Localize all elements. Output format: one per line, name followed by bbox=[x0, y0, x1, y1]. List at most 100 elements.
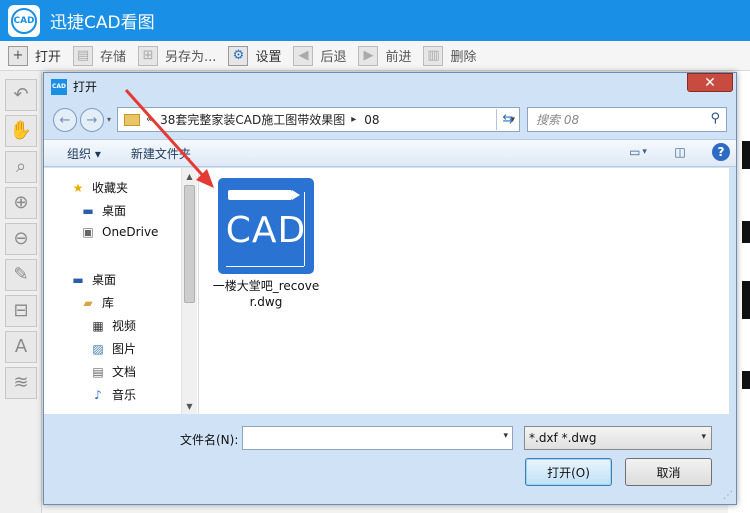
breadcrumb-separator[interactable]: ▸ bbox=[351, 114, 356, 125]
scroll-down-icon[interactable]: ▼ bbox=[182, 398, 197, 414]
nav-pictures[interactable]: ▨ 图片 bbox=[90, 340, 136, 357]
nav-desktop-favorite[interactable]: ▬ 桌面 bbox=[80, 202, 126, 219]
plus-icon: + bbox=[8, 45, 28, 66]
nav-music[interactable]: ♪ 音乐 bbox=[90, 386, 136, 403]
file-item-dwg[interactable]: CAD 一楼大堂吧_recover.dwg bbox=[213, 178, 319, 310]
trash-icon: ▥ bbox=[423, 45, 444, 66]
cad-file-icon: CAD bbox=[218, 178, 314, 274]
filename-input[interactable]: ▾ bbox=[242, 426, 513, 450]
music-icon: ♪ bbox=[94, 387, 102, 402]
cad-icon-text: CAD bbox=[225, 210, 307, 251]
nav-favorites-label: 收藏夹 bbox=[92, 181, 129, 195]
undo-zoom-icon[interactable]: ↶ bbox=[5, 79, 37, 111]
cad-pen-shape bbox=[228, 190, 292, 200]
nav-forward-button[interactable]: → bbox=[80, 108, 104, 132]
app-title: 迅捷CAD看图 bbox=[50, 13, 155, 33]
filetype-dropdown-icon[interactable]: ▾ bbox=[701, 432, 706, 442]
filename-dropdown-icon[interactable]: ▾ bbox=[503, 431, 508, 441]
resize-grip-icon[interactable]: ⋰ bbox=[723, 490, 733, 501]
nav-desktop-favorite-label: 桌面 bbox=[102, 204, 127, 218]
layers-icon[interactable]: ≋ bbox=[5, 367, 37, 399]
view-menu-chevron-icon[interactable]: ▾ bbox=[642, 147, 647, 157]
forward-button[interactable]: ▶ 前进 bbox=[356, 44, 417, 68]
nav-libraries[interactable]: ▰ 库 bbox=[80, 294, 114, 311]
dialog-title: 打开 bbox=[73, 80, 98, 94]
recent-locations-dropdown[interactable]: ▾ bbox=[107, 115, 111, 124]
dialog-app-icon: CAD bbox=[51, 78, 67, 95]
measure-icon[interactable]: ⊟ bbox=[5, 295, 37, 327]
picture-icon: ▨ bbox=[92, 341, 104, 356]
change-view-icon[interactable]: ▭ ▾ bbox=[628, 143, 648, 161]
nav-documents-label: 文档 bbox=[112, 365, 137, 379]
open-file-dialog: CAD 打开 ✕ ← → ▾ « 38套完整家装CAD施工图带效果图 ▸ 08 … bbox=[43, 72, 737, 505]
search-input[interactable] bbox=[536, 112, 696, 127]
back-arrow-icon: ◀ bbox=[293, 45, 314, 66]
nav-pictures-label: 图片 bbox=[112, 342, 137, 356]
back-button-label: 后退 bbox=[320, 50, 347, 65]
folder-icon bbox=[124, 113, 140, 126]
pan-hand-icon[interactable]: ✋ bbox=[5, 115, 37, 147]
dialog-nav-row: ← → ▾ « 38套完整家装CAD施工图带效果图 ▸ 08 ▾ ⇆ ⚲ bbox=[44, 101, 736, 135]
zoom-out-icon[interactable]: ⊖ bbox=[5, 223, 37, 255]
disk-icon: ▤ bbox=[73, 45, 94, 66]
filetype-select[interactable]: *.dxf *.dwg ▾ bbox=[524, 426, 712, 450]
save-as-icon: ⊞ bbox=[138, 45, 159, 66]
open-file-button[interactable]: 打开(O) bbox=[525, 458, 612, 486]
canvas-drawing-mark bbox=[742, 221, 750, 243]
search-box[interactable]: ⚲ bbox=[527, 107, 727, 132]
dialog-close-button[interactable]: ✕ bbox=[687, 73, 733, 92]
address-bar[interactable]: « 38套完整家装CAD施工图带效果图 ▸ 08 ▾ bbox=[117, 107, 520, 132]
view-controls: ▭ ▾ ◫ ? bbox=[606, 143, 730, 161]
cancel-button[interactable]: 取消 bbox=[625, 458, 712, 486]
cad-pen-tip bbox=[292, 190, 300, 200]
delete-button[interactable]: ▥ 删除 bbox=[421, 44, 482, 68]
save-button[interactable]: ▤ 存储 bbox=[71, 44, 132, 68]
left-tool-strip: ↶ ✋ ⌕ ⊕ ⊖ ✎ ⊟ A ≋ bbox=[0, 71, 42, 513]
preview-pane-icon[interactable]: ◫ bbox=[670, 143, 690, 161]
save-as-button-label: 另存为... bbox=[165, 50, 217, 65]
video-icon: ▦ bbox=[92, 318, 104, 333]
nav-music-label: 音乐 bbox=[112, 388, 137, 402]
app-titlebar: CAD 迅捷CAD看图 bbox=[0, 0, 750, 41]
open-button[interactable]: + 打开 bbox=[6, 44, 67, 68]
nav-onedrive[interactable]: ▣ OneDrive bbox=[80, 225, 158, 239]
organize-menu[interactable]: 组织 ▾ bbox=[67, 145, 101, 162]
nav-desktop-label: 桌面 bbox=[92, 273, 117, 287]
zoom-in-icon[interactable]: ⊕ bbox=[5, 187, 37, 219]
scrollbar-thumb[interactable] bbox=[184, 185, 195, 303]
nav-pane-scrollbar[interactable]: ▲ ▼ bbox=[181, 168, 197, 414]
breadcrumb-current-folder[interactable]: 08 bbox=[364, 113, 379, 127]
address-overflow-chevron[interactable]: « bbox=[146, 114, 152, 125]
nav-videos-label: 视频 bbox=[112, 319, 137, 333]
app-logo-text: CAD bbox=[11, 7, 37, 34]
search-icon[interactable]: ⚲ bbox=[710, 111, 720, 126]
command-bar: 组织 ▾ 新建文件夹 ▭ ▾ ◫ ? bbox=[44, 139, 736, 167]
pencil-icon[interactable]: ✎ bbox=[5, 259, 37, 291]
refresh-icon: ⇆ bbox=[502, 112, 514, 127]
canvas-drawing-mark bbox=[742, 141, 750, 169]
open-button-label: 打开 bbox=[35, 50, 62, 65]
save-as-button[interactable]: ⊞ 另存为... bbox=[136, 44, 222, 68]
zoom-window-icon[interactable]: ⌕ bbox=[5, 151, 37, 183]
nav-documents[interactable]: ▤ 文档 bbox=[90, 363, 136, 380]
scroll-up-icon[interactable]: ▲ bbox=[182, 168, 197, 184]
refresh-button[interactable]: ⇆ bbox=[496, 109, 519, 130]
nav-back-button[interactable]: ← bbox=[53, 108, 77, 132]
nav-videos[interactable]: ▦ 视频 bbox=[90, 317, 136, 334]
file-list-area[interactable]: CAD 一楼大堂吧_recover.dwg bbox=[199, 168, 729, 414]
back-arrow-icon: ← bbox=[59, 112, 71, 128]
dialog-titlebar[interactable]: CAD 打开 ✕ bbox=[44, 73, 736, 100]
settings-button-label: 设置 bbox=[255, 50, 282, 65]
help-icon[interactable]: ? bbox=[712, 143, 730, 161]
new-folder-button[interactable]: 新建文件夹 bbox=[131, 145, 191, 162]
nav-desktop[interactable]: ▬ 桌面 bbox=[70, 271, 116, 288]
settings-button[interactable]: ⚙ 设置 bbox=[226, 44, 287, 68]
onedrive-icon: ▣ bbox=[82, 225, 94, 239]
desktop-icon: ▬ bbox=[82, 203, 94, 218]
file-name-label: 一楼大堂吧_recover.dwg bbox=[212, 279, 320, 309]
text-icon[interactable]: A bbox=[5, 331, 37, 363]
breadcrumb-parent-folder[interactable]: 38套完整家装CAD施工图带效果图 bbox=[160, 111, 345, 128]
nav-favorites[interactable]: ★ 收藏夹 bbox=[70, 179, 128, 196]
back-button[interactable]: ◀ 后退 bbox=[291, 44, 352, 68]
library-folder-icon: ▰ bbox=[83, 295, 93, 310]
